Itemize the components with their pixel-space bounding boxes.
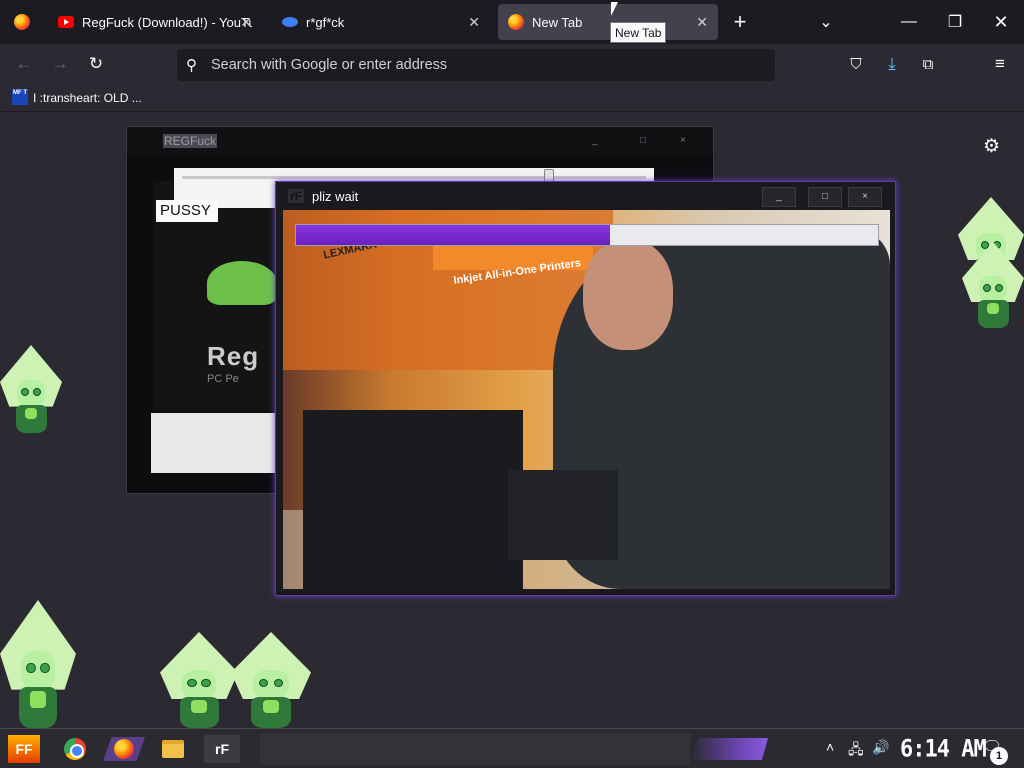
- minimize-button[interactable]: _: [762, 187, 796, 207]
- close-tab-icon[interactable]: ✕: [240, 14, 252, 31]
- search-icon: ⚲: [186, 57, 197, 74]
- peridot-sprite: [0, 345, 62, 433]
- mouse-cursor-icon: [611, 2, 618, 16]
- back-arrow-icon[interactable]: ←: [9, 50, 39, 78]
- network-icon[interactable]: 🖧: [848, 739, 864, 763]
- minimize-button[interactable]: —: [886, 0, 932, 44]
- bookmark-favicon: MF T: [12, 89, 28, 105]
- eye-icon: [282, 17, 298, 27]
- close-tab-icon[interactable]: ✕: [696, 14, 708, 31]
- close-button[interactable]: ×: [848, 187, 882, 207]
- pussy-label: PUSSY: [156, 200, 218, 222]
- regfuck-button-area[interactable]: [151, 413, 281, 473]
- peridot-sprite: [231, 632, 311, 728]
- notification-badge: 1: [990, 747, 1008, 765]
- bookmarks-bar: MF T I :transheart: OLD ...: [0, 84, 1024, 112]
- chrome-icon: [64, 738, 86, 760]
- tab-new-tab[interactable]: New Tab ✕: [498, 4, 718, 40]
- forward-arrow-icon[interactable]: →: [45, 50, 75, 78]
- tab-strip: RegFuck (Download!) - YouTube ✕ r*gf*ck …: [0, 0, 1024, 44]
- restore-button[interactable]: ❐: [932, 0, 978, 44]
- taskbar-ghost-area: [260, 733, 690, 765]
- peridot-sprite: [160, 632, 238, 728]
- regfuck-titlebar[interactable]: REGFuck _ □ ×: [127, 127, 713, 155]
- download-icon[interactable]: ⤓: [877, 50, 907, 78]
- window-title: REGFuck: [163, 134, 218, 148]
- tab-title: RegFuck (Download!) - YouTube: [82, 14, 252, 30]
- taskbar: FF rF ˄ 🖧 🔊 6:14 AM 🗨 1: [0, 728, 1024, 768]
- regfuck-logo-text: Reg: [207, 341, 260, 371]
- regfuck-logo-subtext: PC Pe: [207, 373, 239, 385]
- bookmark-item[interactable]: I :transheart: OLD ...: [33, 91, 142, 105]
- maximize-button[interactable]: □: [808, 187, 842, 207]
- video-frame: LEXMARK Inkjet All-in-One Printers: [283, 210, 890, 589]
- tab-rgfck[interactable]: r*gf*ck ✕: [272, 4, 490, 40]
- start-button[interactable]: FF: [8, 735, 40, 763]
- clock[interactable]: 6:14 AM: [900, 736, 987, 764]
- pliz-wait-titlebar[interactable]: rF pliz wait _ □ ×: [276, 182, 895, 210]
- window-title: pliz wait: [312, 189, 359, 204]
- tab-title: r*gf*ck: [306, 14, 345, 30]
- folder-icon: [162, 740, 184, 758]
- minimize-button[interactable]: _: [579, 131, 611, 151]
- url-bar[interactable]: ⚲ Search with Google or enter address: [177, 49, 775, 81]
- gear-icon[interactable]: ⚙: [983, 135, 1000, 158]
- close-window-button[interactable]: ✕: [978, 0, 1024, 44]
- tab-youtube[interactable]: RegFuck (Download!) - YouTube ✕: [48, 4, 262, 40]
- taskbar-accent-bar: [692, 738, 768, 760]
- url-placeholder: Search with Google or enter address: [211, 57, 448, 73]
- close-button[interactable]: ×: [667, 131, 699, 151]
- youtube-icon: [58, 16, 74, 28]
- menu-hamburger-icon[interactable]: ≡: [985, 50, 1015, 78]
- tab-title: New Tab: [532, 14, 583, 30]
- chrome-taskbar-button[interactable]: [61, 735, 89, 763]
- pocket-icon[interactable]: ⛉: [841, 50, 871, 78]
- progress-fill: [296, 225, 611, 245]
- reload-icon[interactable]: ↻: [81, 50, 111, 78]
- regfuck-logo-icon: [207, 261, 277, 305]
- new-tab-button[interactable]: +: [717, 0, 763, 44]
- firefox-icon: [14, 14, 30, 30]
- extensions-icon[interactable]: ⧉: [913, 50, 943, 78]
- rf-app-icon: rF: [288, 189, 304, 203]
- peridot-sprite: [962, 242, 1024, 328]
- maximize-button[interactable]: □: [627, 131, 659, 151]
- volume-icon[interactable]: 🔊: [872, 739, 889, 756]
- peridot-sprite: [0, 600, 76, 728]
- slider-track[interactable]: [182, 176, 646, 179]
- progress-bar: [295, 224, 879, 246]
- file-explorer-taskbar-button[interactable]: [159, 735, 187, 763]
- firefox-taskbar-button[interactable]: [110, 735, 138, 763]
- firefox-icon: [508, 14, 524, 30]
- pliz-wait-window[interactable]: rF pliz wait _ □ × LEXMARK Inkjet All-in…: [275, 181, 896, 596]
- nav-bar: ← → ↻ ⚲ Search with Google or enter addr…: [0, 44, 1024, 84]
- video-printer: [303, 410, 523, 589]
- rf-taskbar-button[interactable]: rF: [204, 735, 240, 763]
- tab-firefox[interactable]: [4, 4, 40, 40]
- firefox-icon: [114, 739, 134, 759]
- close-tab-icon[interactable]: ✕: [468, 14, 480, 31]
- rf-app-icon: rF: [215, 741, 229, 757]
- list-tabs-chevron-icon[interactable]: ⌄: [803, 0, 849, 44]
- tab-tooltip: New Tab: [610, 22, 667, 43]
- chevron-up-icon[interactable]: ˄: [826, 739, 834, 755]
